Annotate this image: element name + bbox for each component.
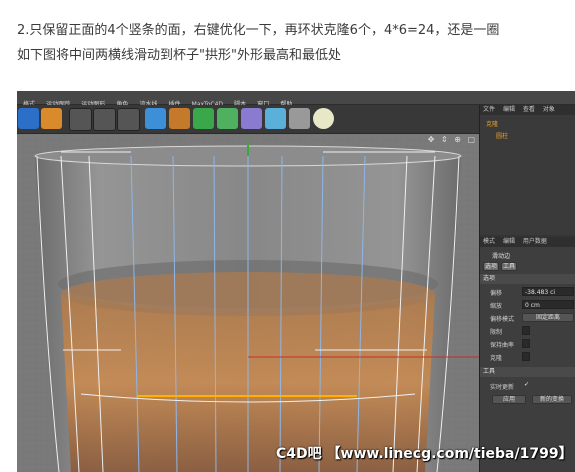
limit-label: 限制 — [490, 329, 503, 336]
tab-edit[interactable]: 编辑 — [503, 106, 515, 113]
object-cylinder[interactable]: 圆柱 — [496, 131, 508, 140]
offset-input[interactable]: -38.483 ci — [522, 287, 574, 296]
render-view-icon[interactable] — [69, 108, 92, 131]
clone-checkbox[interactable] — [522, 352, 530, 361]
tool-name: 滑动边 — [492, 253, 511, 260]
attribute-tabs: 模式 编辑 用户数据 — [480, 237, 575, 247]
tab-edit-attr[interactable]: 编辑 — [503, 238, 515, 245]
menu-bar: 格式 运动跟踪 运动图形 角色 流水线 插件 MaxToC4D 脚本 窗口 帮助 — [17, 91, 575, 108]
glass-model: Y — [17, 134, 479, 472]
new-transform-button[interactable]: 新的变换 — [532, 395, 572, 404]
right-panel: 文件 编辑 查看 对象 克隆 圆柱 模式 编辑 用户数据 滑动边 选项 工具 选… — [479, 105, 575, 472]
offset-label: 偏移 — [490, 290, 503, 297]
subtab-tool[interactable]: 工具 — [501, 262, 517, 271]
tab-object[interactable]: 对象 — [543, 106, 555, 113]
apply-button[interactable]: 应用 — [492, 395, 526, 404]
deformer-icon[interactable] — [241, 108, 262, 129]
realtime-update-checkbox[interactable]: ✓ — [524, 381, 529, 388]
object-list: 克隆 圆柱 — [480, 115, 575, 235]
axis-y-label: Y — [244, 137, 250, 145]
scale-label: 缩放 — [490, 303, 503, 310]
caption-line-2: 如下图将中间两横线滑动到杯子"拱形"外形最高和最低处 — [17, 48, 341, 63]
pen-icon[interactable] — [169, 108, 190, 129]
cube-icon[interactable] — [145, 108, 166, 129]
watermark: C4D吧 【www.linecg.com/tieba/1799】 — [276, 446, 573, 462]
subtab-options[interactable]: 选项 — [483, 262, 499, 271]
caption-line-1: 2.只保留正面的4个竖条的面，右键优化一下，再环状克隆6个，4*6=24，还是一… — [17, 23, 500, 38]
keep-curvature-label: 保持曲率 — [490, 342, 515, 349]
object-cloner[interactable]: 克隆 — [486, 119, 498, 128]
undo-icon[interactable] — [18, 108, 39, 129]
scale-input[interactable]: 0 cm — [522, 300, 574, 309]
tab-user-data[interactable]: 用户数据 — [523, 238, 547, 245]
realtime-update-label: 实时更新 — [490, 384, 515, 391]
coordinate-system-icon[interactable] — [41, 108, 62, 129]
offset-mode-label: 偏移模式 — [490, 316, 515, 323]
cinema4d-window: 格式 运动跟踪 运动图形 角色 流水线 插件 MaxToC4D 脚本 窗口 帮助 — [17, 91, 575, 472]
offset-mode-select[interactable]: 固定距离 — [522, 313, 574, 322]
keep-curvature-checkbox[interactable] — [522, 339, 530, 348]
light-icon[interactable] — [313, 108, 334, 129]
attribute-manager: 模式 编辑 用户数据 滑动边 选项 工具 选项 偏移 -38.483 ci 缩放… — [480, 237, 575, 472]
tab-mode[interactable]: 模式 — [483, 238, 495, 245]
floor-icon[interactable] — [265, 108, 286, 129]
subdivision-icon[interactable] — [193, 108, 214, 129]
tool-section-header: 工具 — [480, 367, 575, 377]
viewport-navigation-icons[interactable]: ✥ ⇕ ⊕ ▢ — [428, 135, 477, 144]
tab-file[interactable]: 文件 — [483, 106, 495, 113]
object-manager-tabs: 文件 编辑 查看 对象 — [480, 105, 575, 115]
3d-viewport[interactable]: Y ✥ ⇕ ⊕ ▢ — [17, 134, 479, 472]
limit-checkbox[interactable] — [522, 326, 530, 335]
render-settings-icon[interactable] — [117, 108, 140, 131]
main-toolbar — [17, 105, 479, 134]
tab-view[interactable]: 查看 — [523, 106, 535, 113]
options-section-header: 选项 — [480, 274, 575, 284]
render-picture-icon[interactable] — [93, 108, 116, 131]
cloner-icon[interactable] — [217, 108, 238, 129]
clone-label: 克隆 — [490, 355, 503, 362]
camera-icon[interactable] — [289, 108, 310, 129]
